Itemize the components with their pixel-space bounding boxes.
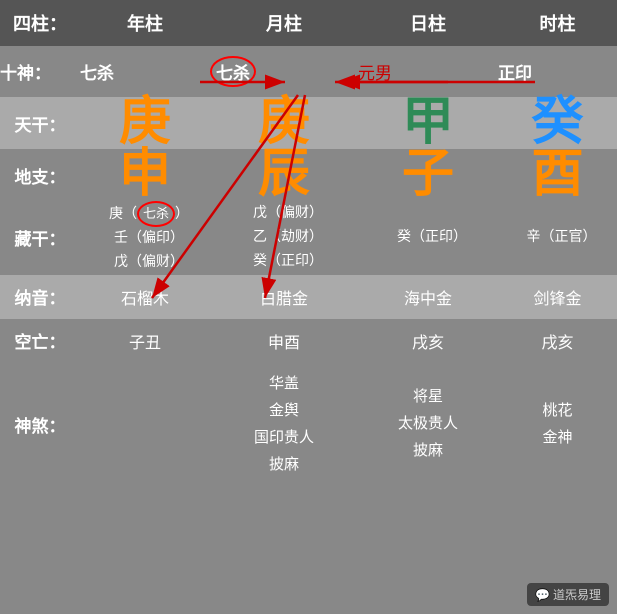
header-row: 四柱： 年柱 月柱 日柱 时柱 [0,0,617,46]
dizhi-row: 地支： 申 辰 子 酉 [0,149,617,201]
dizhi-label: 地支： [0,149,80,201]
shishen-row: 十神： 七杀 七杀 元男 正印 [0,46,617,97]
kongwang-shi: 戌亥 [498,319,617,363]
shenshar-ri-l2: 太极贵人 [398,416,458,432]
shishen-ri: 元男 [358,46,498,97]
tiangan-row: 天干： 庚 庚 甲 癸 [0,97,617,149]
wechat-name: 道炁易理 [553,588,601,602]
dizhi-ri: 子 [358,149,498,201]
header-sizhu: 四柱： [0,0,80,46]
tiangan-ri: 甲 [358,97,498,149]
zanggan-nian-line3: 戊（偏财） [114,255,184,270]
shenshar-shi-l2: 金神 [542,430,572,446]
dizhi-yue: 辰 [210,149,358,201]
shishen-shi: 正印 [498,46,617,97]
shenshar-nian [80,363,210,487]
wechat-icon: 💬 [535,588,550,602]
zanggan-row: 藏干： 庚（七杀） 壬（偏印） 戊（偏财） 戊（偏财） 乙（劫财） 癸（正印） … [0,201,617,275]
kongwang-row: 空亡： 子丑 申酉 戌亥 戌亥 [0,319,617,363]
nayin-nian: 石榴木 [80,275,210,319]
kongwang-yue: 申酉 [210,319,358,363]
tiangan-nian: 庚 [80,97,210,149]
shenshar-shi-l1: 桃花 [542,403,572,419]
kongwang-label: 空亡： [0,319,80,363]
shenshar-ri-l1: 将星 [413,389,443,405]
zanggan-label: 藏干： [0,201,80,275]
zanggan-qisha-circled: 七杀 [137,201,175,227]
shishen-yue-circled: 七杀 [210,56,256,87]
shenshar-label: 神煞： [0,363,80,487]
shenshar-yue-l4: 披麻 [269,457,299,473]
zanggan-ri: 癸（正印） [358,201,498,275]
zanggan-yue-line3: 癸（正印） [253,254,323,269]
kongwang-nian: 子丑 [80,319,210,363]
zanggan-ri-line1: 癸（正印） [397,230,467,245]
zanggan-shi-line1: 辛（正官） [527,230,597,245]
dizhi-nian: 申 [80,149,210,201]
shishen-yue: 七杀 [210,46,358,97]
shenshar-yue-l1: 华盖 [269,376,299,392]
tiangan-shi: 癸 [498,97,617,149]
shenshar-yue-l2: 金舆 [269,403,299,419]
nayin-row: 纳音： 石榴木 白腊金 海中金 剑锋金 [0,275,617,319]
shenshar-yue: 华盖 金舆 国印贵人 披麻 [210,363,358,487]
shenshar-shi: 桃花 金神 [498,363,617,487]
main-container: 四柱： 年柱 月柱 日柱 时柱 十神： 七杀 七杀 元男 正印 天干： [0,0,617,614]
header-shi: 时柱 [498,0,617,46]
nayin-label: 纳音： [0,275,80,319]
zanggan-shi: 辛（正官） [498,201,617,275]
dizhi-shi: 酉 [498,149,617,201]
tiangan-label: 天干： [0,97,80,149]
shenshar-ri: 将星 太极贵人 披麻 [358,363,498,487]
zanggan-yue-line2: 乙（劫财） [253,230,323,245]
shishen-nian: 七杀 [80,46,210,97]
zanggan-yue-line1: 戊（偏财） [253,206,323,221]
shenshar-ri-l3: 披麻 [413,443,443,459]
header-yue: 月柱 [210,0,358,46]
shishen-label: 十神： [0,46,80,97]
zanggan-nian-line1: 庚（七杀） [109,207,189,222]
nayin-ri: 海中金 [358,275,498,319]
nayin-shi: 剑锋金 [498,275,617,319]
tiangan-yue: 庚 [210,97,358,149]
wechat-badge: 💬 道炁易理 [527,583,609,606]
shenshar-row: 神煞： 华盖 金舆 国印贵人 披麻 将星 太极贵人 披麻 桃花 金神 [0,363,617,487]
kongwang-ri: 戌亥 [358,319,498,363]
zanggan-nian-line2: 壬（偏印） [114,231,184,246]
shenshar-yue-l3: 国印贵人 [254,430,314,446]
zanggan-yue: 戊（偏财） 乙（劫财） 癸（正印） [210,201,358,275]
header-ri: 日柱 [358,0,498,46]
header-nian: 年柱 [80,0,210,46]
nayin-yue: 白腊金 [210,275,358,319]
zanggan-nian: 庚（七杀） 壬（偏印） 戊（偏财） [80,201,210,275]
